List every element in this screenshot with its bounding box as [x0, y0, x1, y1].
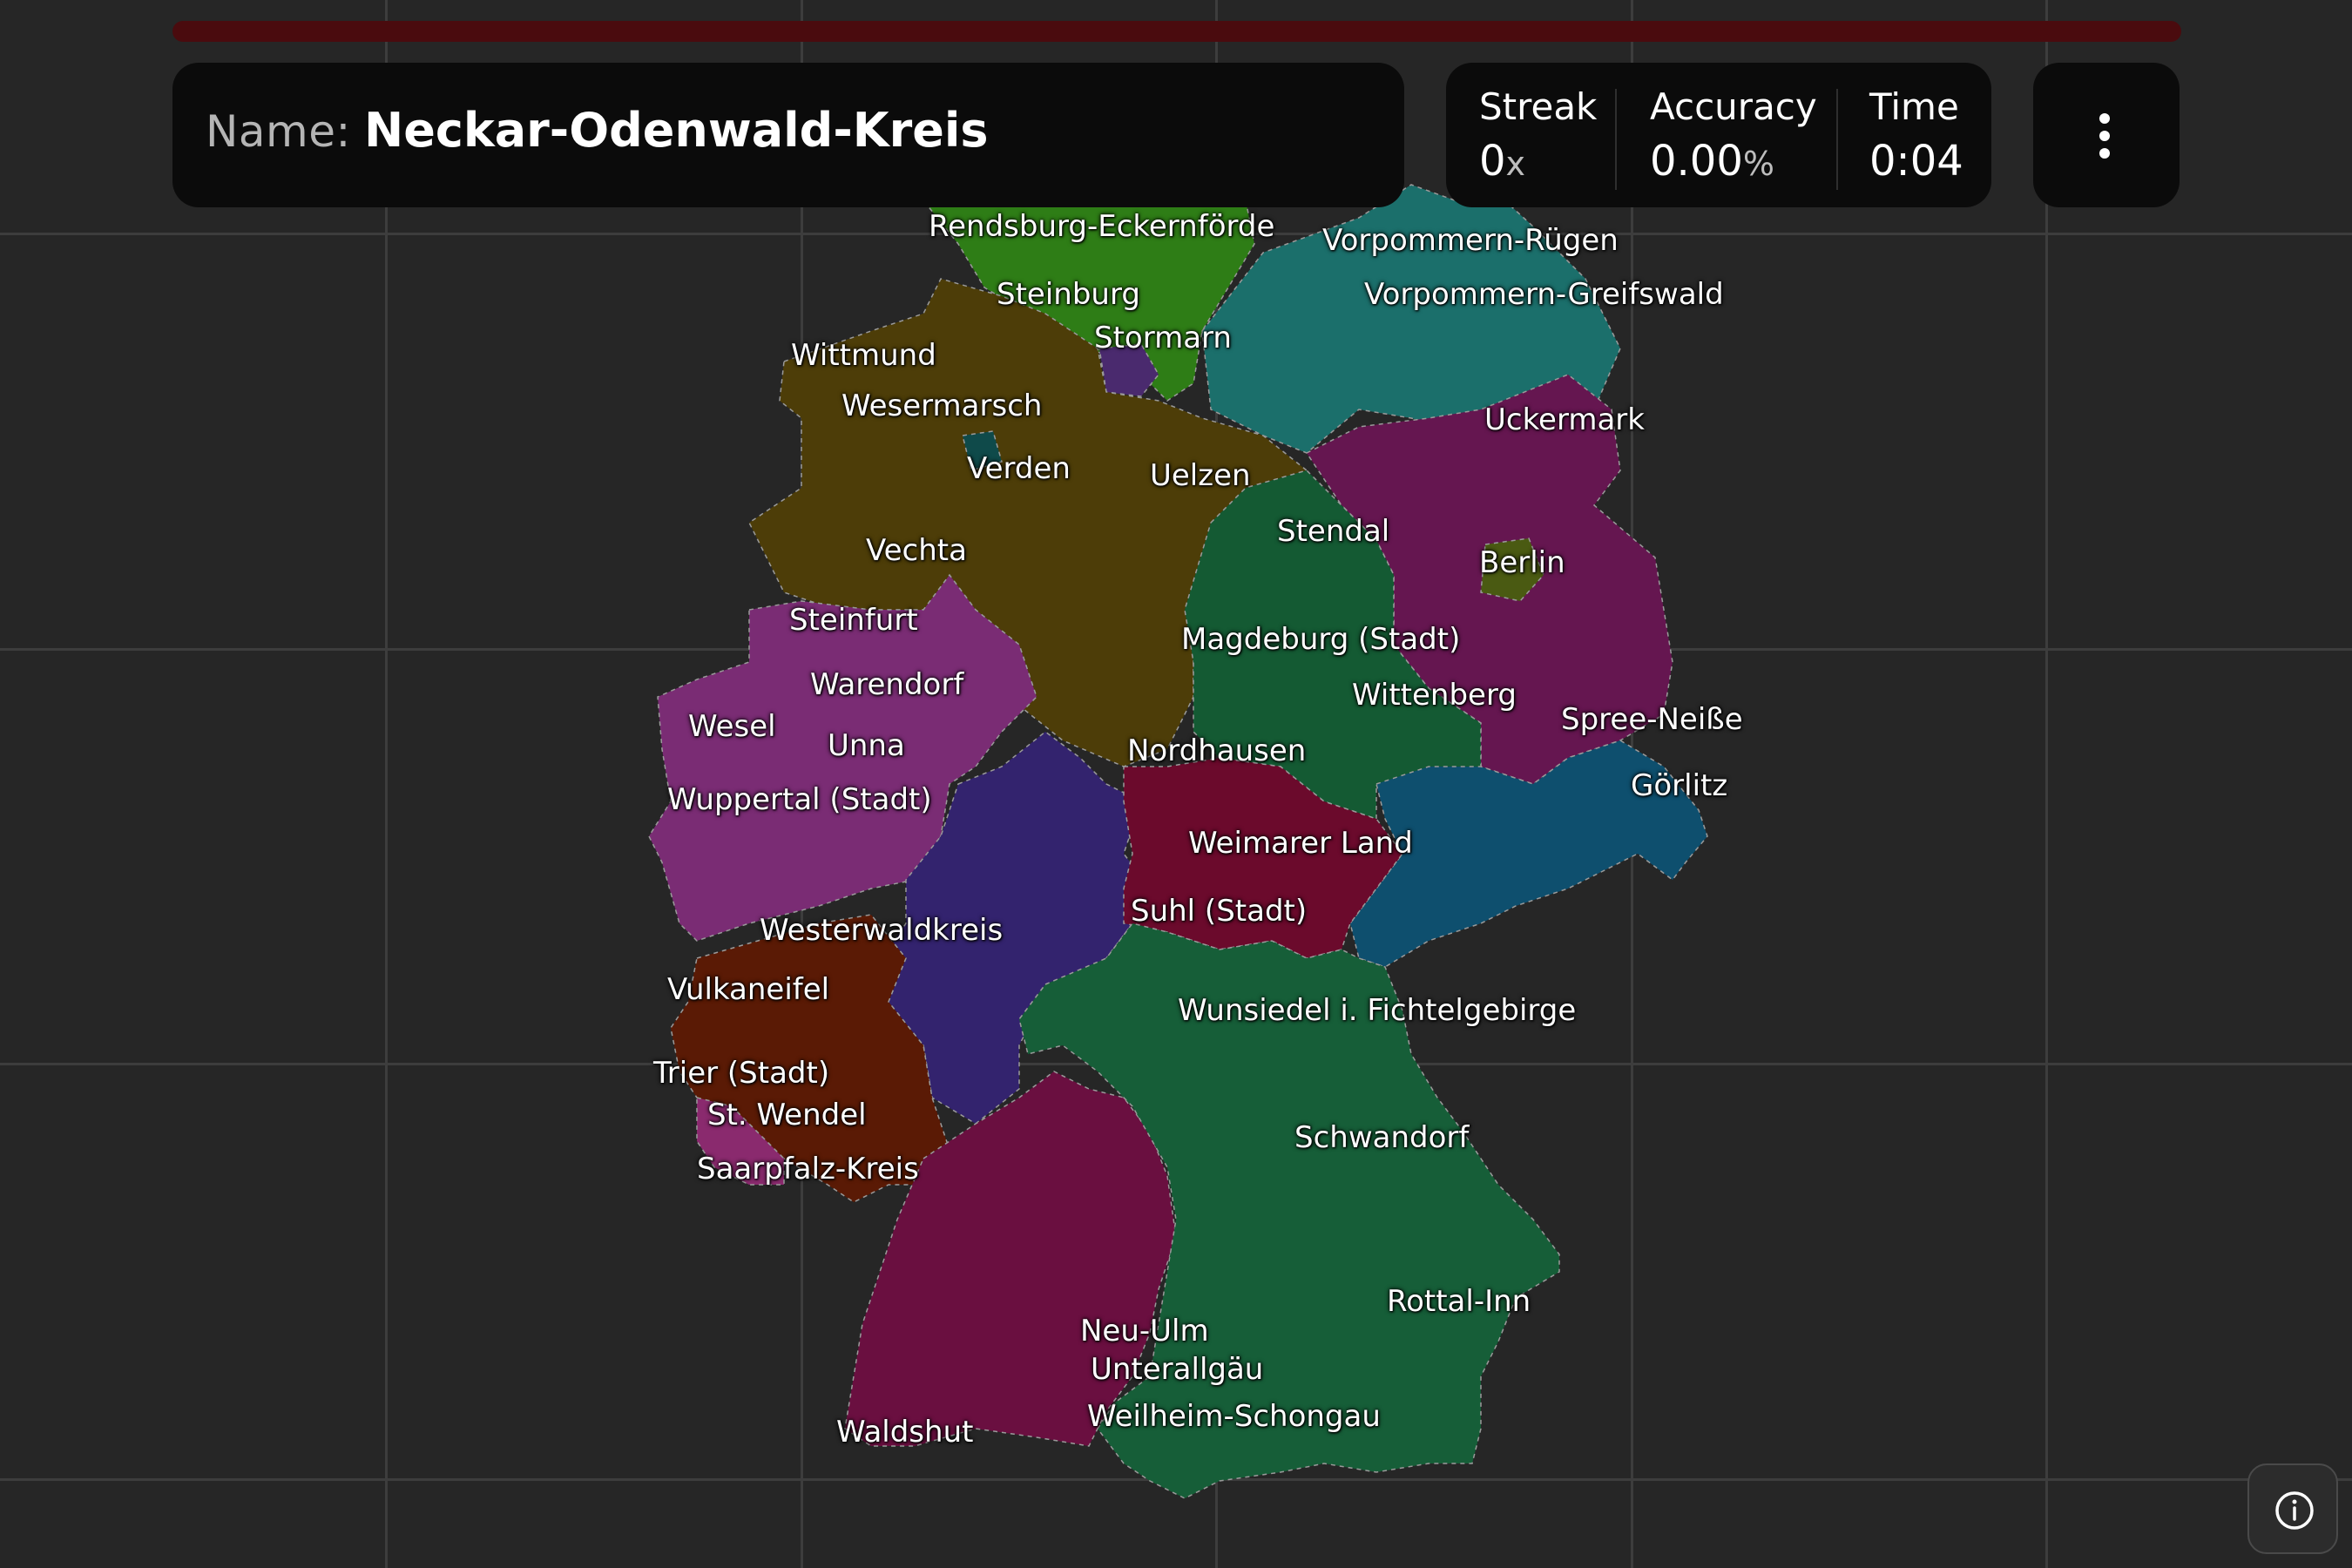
info-button[interactable] [2247, 1463, 2338, 1554]
target-region-name: Neckar-Odenwald-Kreis [364, 103, 989, 158]
info-icon [2275, 1491, 2314, 1530]
time-value: 0:04 [1869, 137, 1963, 186]
map-label: Magdeburg (Stadt) [1181, 622, 1461, 657]
map-label: Wesermarsch [841, 389, 1043, 423]
streak-count: 0 [1479, 137, 1506, 186]
map-label: Stormarn [1094, 321, 1232, 355]
map-label: Saarpfalz-Kreis [697, 1152, 919, 1186]
streak-stat: Streak 0x [1479, 85, 1597, 186]
map-label: Rottal-Inn [1387, 1284, 1531, 1319]
name-panel: Name: Neckar-Odenwald-Kreis [172, 63, 1404, 207]
map-label: Vulkaneifel [667, 972, 830, 1007]
map-label: Wesel [688, 709, 776, 744]
map-label: Spree-Neiße [1561, 702, 1743, 737]
map-label: Steinfurt [789, 603, 918, 638]
map-label: Westerwaldkreis [760, 913, 1004, 948]
map-label: Verden [967, 451, 1071, 486]
map-label: Wuppertal (Stadt) [667, 782, 932, 817]
map-label: Waldshut [836, 1415, 974, 1450]
time-label: Time [1869, 85, 1959, 128]
map-label: Schwandorf [1294, 1120, 1470, 1155]
map-label: Uckermark [1484, 402, 1645, 437]
accuracy-unit: % [1742, 145, 1774, 183]
stat-divider [1615, 89, 1617, 190]
menu-dot [2099, 113, 2110, 124]
streak-unit: x [1505, 145, 1526, 183]
map-label: Berlin [1479, 545, 1565, 580]
map-label: Wittmund [791, 338, 936, 373]
name-label: Name: [206, 106, 351, 157]
menu-dot [2099, 131, 2110, 141]
menu-button[interactable] [2033, 63, 2180, 207]
map-label: Stendal [1277, 514, 1390, 549]
map-label: Vechta [866, 533, 967, 568]
accuracy-label: Accuracy [1650, 85, 1817, 128]
stats-panel: Streak 0x Accuracy 0.00% Time 0:04 [1446, 63, 1991, 207]
map-label: St. Wendel [707, 1098, 867, 1132]
map-label: Neu-Ulm [1080, 1314, 1209, 1348]
map-label: Unna [828, 728, 905, 763]
map-label: Wunsiedel i. Fichtelgebirge [1178, 993, 1577, 1028]
stat-divider [1836, 89, 1838, 190]
map-label: Weilheim-Schongau [1087, 1399, 1381, 1434]
accuracy-value: 0.00% [1650, 137, 1817, 186]
map-label: Görlitz [1631, 768, 1728, 803]
map-label: Steinburg [997, 277, 1140, 312]
map-label: Vorpommern-Rügen [1322, 223, 1619, 258]
map-label: Suhl (Stadt) [1131, 894, 1308, 929]
map-label: Warendorf [810, 667, 964, 702]
map-label: Wittenberg [1352, 678, 1517, 713]
map-label: Vorpommern-Greifswald [1364, 277, 1724, 312]
map-label: Weimarer Land [1188, 826, 1413, 861]
map-label: Uelzen [1150, 458, 1251, 493]
map-label: Nordhausen [1127, 733, 1307, 768]
accuracy-number: 0.00 [1650, 137, 1743, 186]
time-stat: Time 0:04 [1869, 85, 1963, 186]
streak-value: 0x [1479, 137, 1597, 186]
progress-bar [172, 21, 2181, 42]
map-label: Trier (Stadt) [653, 1056, 830, 1091]
map-label: Rendsburg-Eckernförde [929, 209, 1275, 244]
streak-label: Streak [1479, 85, 1598, 128]
accuracy-stat: Accuracy 0.00% [1650, 85, 1817, 186]
map-label: Unterallgäu [1091, 1352, 1264, 1387]
menu-dot [2099, 148, 2110, 159]
